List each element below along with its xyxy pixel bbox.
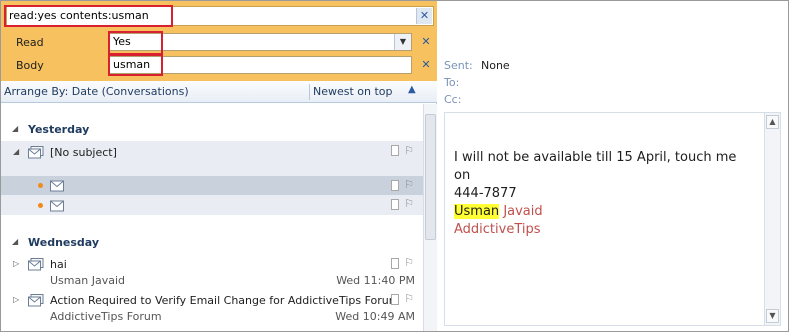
signature-company: AddictiveTips [454, 222, 541, 237]
sort-up-icon[interactable]: ▲ [408, 84, 416, 95]
message-subject: Action Required to Verify Email Change f… [50, 294, 400, 307]
message-date: Wed 10:49 AM [335, 310, 415, 323]
message-sender: AddictiveTips Forum [50, 310, 162, 323]
sent-label: Sent: [444, 59, 473, 72]
message-subject: [No subject] [50, 146, 117, 159]
message-body-text: I will not be available till 15 April, t… [454, 149, 754, 239]
collapse-icon[interactable]: ◢ [12, 237, 18, 246]
flag-icon[interactable]: ⚐ [404, 178, 414, 191]
flag-icon[interactable]: ⚐ [404, 256, 414, 269]
chevron-down-icon[interactable]: ▼ [394, 34, 411, 50]
search-panel: read:yes contents:usman ✕ Read Yes ▼ ✕ B… [1, 1, 437, 81]
message-list: ◢ Yesterday ◢ [No subject] ⚐ ⚐ ⚐ ◢ Wedne… [1, 104, 423, 331]
expand-icon[interactable]: ▷ [13, 259, 19, 268]
remove-body-criteria-icon[interactable]: ✕ [418, 57, 434, 73]
annotation-box-body [108, 54, 163, 76]
envelope-icon [50, 200, 64, 212]
criteria-label-read: Read [16, 36, 44, 49]
flag-icon[interactable]: ⚐ [404, 197, 414, 210]
flag-icon[interactable]: ⚐ [404, 144, 414, 157]
group-header-wednesday[interactable]: ◢ Wednesday [1, 233, 423, 253]
message-body: I will not be available till 15 April, t… [444, 112, 781, 326]
message-sender: Usman Javaid [50, 274, 125, 287]
expand-icon[interactable]: ▷ [13, 295, 19, 304]
envelope-stack-icon [28, 258, 44, 271]
collapse-icon[interactable]: ◢ [13, 147, 19, 156]
sort-order-button[interactable]: Newest on top [313, 85, 393, 98]
to-label: To: [444, 76, 460, 89]
sent-value: None [481, 59, 510, 72]
conversation-row[interactable]: ◢ [No subject] ⚐ [1, 141, 423, 175]
annotation-box-read [108, 31, 163, 55]
reading-pane: Sent: None To: Cc: I will not be availab… [438, 1, 788, 331]
conversation-message-row[interactable]: ⚐ [1, 176, 423, 195]
reading-pane-scrollbar[interactable]: ▲ ▼ [764, 113, 780, 325]
message-list-pane: read:yes contents:usman ✕ Read Yes ▼ ✕ B… [1, 1, 437, 331]
category-icon[interactable] [391, 294, 399, 305]
scroll-up-icon[interactable]: ▲ [766, 115, 779, 129]
signature-name: Usman Javaid [454, 203, 754, 221]
unread-dot-icon [38, 203, 43, 208]
envelope-stack-icon [28, 294, 44, 307]
category-icon[interactable] [391, 199, 399, 210]
body-line-1: I will not be available till 15 April, t… [454, 150, 737, 183]
category-icon[interactable] [391, 258, 399, 269]
message-subject: hai [50, 258, 67, 271]
category-icon[interactable] [391, 145, 399, 156]
arrange-separator [309, 84, 310, 100]
annotation-box-search [4, 5, 173, 27]
arrange-by-button[interactable]: Arrange By: Date (Conversations) [4, 85, 189, 98]
collapse-icon[interactable]: ◢ [12, 124, 18, 133]
scroll-thumb[interactable] [425, 114, 436, 240]
envelope-stack-icon [28, 146, 44, 159]
envelope-icon [50, 180, 64, 192]
flag-icon[interactable]: ⚐ [404, 292, 414, 305]
signature-last-name: Javaid [503, 204, 543, 219]
remove-read-criteria-icon[interactable]: ✕ [418, 34, 434, 50]
conversation-message-row[interactable]: ⚐ [1, 195, 423, 215]
body-line-2: 444-7877 [454, 186, 517, 201]
cc-label: Cc: [444, 93, 462, 106]
unread-dot-icon [38, 183, 43, 188]
scroll-down-icon[interactable]: ▼ [766, 309, 779, 323]
highlighted-match: Usman [454, 204, 500, 219]
message-row[interactable]: ▷ Action Required to Verify Email Change… [1, 290, 423, 326]
message-list-scrollbar[interactable] [423, 104, 437, 331]
clear-search-icon[interactable]: ✕ [416, 8, 432, 24]
arrange-bar: Arrange By: Date (Conversations) Newest … [1, 81, 437, 103]
message-date: Wed 11:40 PM [336, 274, 415, 287]
group-header-yesterday[interactable]: ◢ Yesterday [1, 120, 423, 140]
message-row[interactable]: ▷ hai ⚐ Usman Javaid Wed 11:40 PM [1, 254, 423, 290]
criteria-label-body: Body [16, 59, 44, 72]
category-icon[interactable] [391, 180, 399, 191]
